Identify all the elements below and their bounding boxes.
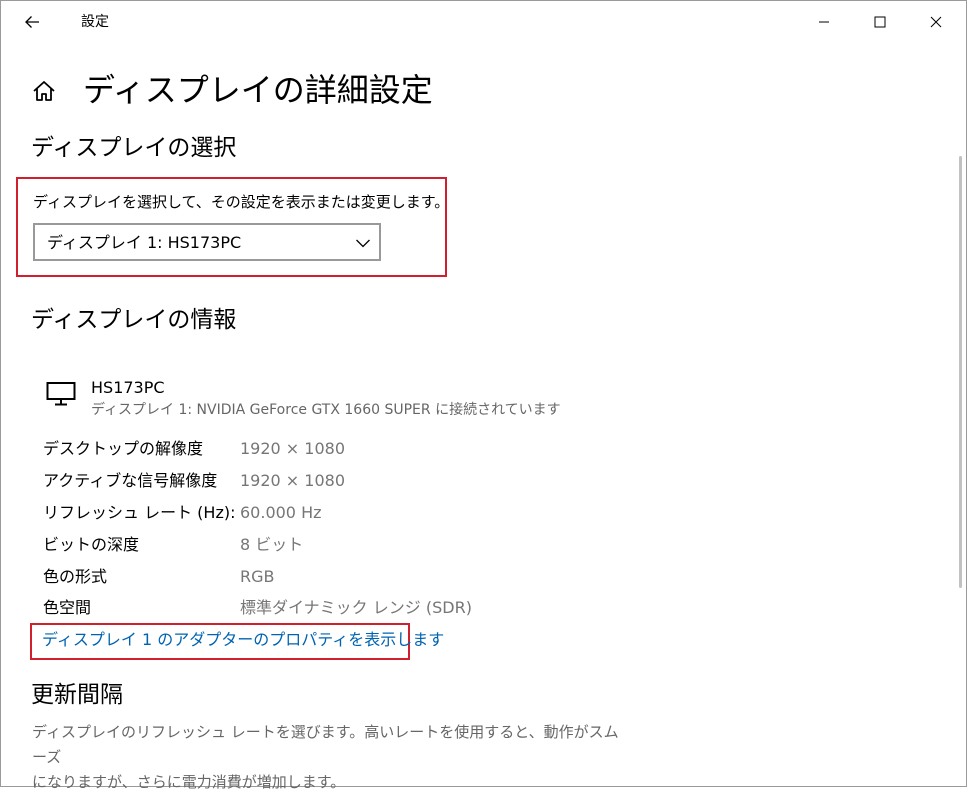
window-title: 設定 <box>81 14 109 30</box>
monitor-icon <box>46 382 76 406</box>
info-label-refresh-rate: リフレッシュ レート (Hz): <box>43 503 236 522</box>
chevron-down-icon <box>356 239 370 248</box>
back-arrow-icon <box>25 16 39 28</box>
minimize-icon <box>819 21 829 23</box>
close-icon <box>930 16 942 28</box>
minimize-button[interactable] <box>801 1 847 43</box>
info-label-color-format: 色の形式 <box>43 567 108 586</box>
info-value-desktop-resolution: 1920 × 1080 <box>240 439 346 458</box>
title-bar: 設定 <box>1 1 966 43</box>
refresh-rate-description-line2: になりますが、さらに電力消費が増加します。 <box>32 773 346 791</box>
maximize-icon <box>874 16 886 28</box>
info-value-color-format: RGB <box>240 567 275 586</box>
display-info-heading: ディスプレイの情報 <box>31 307 237 333</box>
info-label-desktop-resolution: デスクトップの解像度 <box>43 439 204 458</box>
monitor-connection: ディスプレイ 1: NVIDIA GeForce GTX 1660 SUPER … <box>91 402 561 418</box>
info-value-color-space: 標準ダイナミック レンジ (SDR) <box>240 598 472 617</box>
info-label-signal-resolution: アクティブな信号解像度 <box>43 471 218 490</box>
display-select-description: ディスプレイを選択して、その設定を表示または変更します。 <box>33 193 450 211</box>
display-dropdown[interactable]: ディスプレイ 1: HS173PC <box>33 223 381 261</box>
scrollbar-thumb[interactable] <box>959 156 962 588</box>
close-button[interactable] <box>913 1 959 43</box>
home-button[interactable] <box>31 78 59 106</box>
maximize-button[interactable] <box>857 1 903 43</box>
info-value-refresh-rate: 60.000 Hz <box>240 503 322 522</box>
refresh-rate-description-line1: ディスプレイのリフレッシュ レートを選びます。高いレートを使用すると、動作がスム… <box>32 723 619 766</box>
refresh-rate-description: ディスプレイのリフレッシュ レートを選びます。高いレートを使用すると、動作がスム… <box>32 720 632 795</box>
page-title: ディスプレイの詳細設定 <box>83 71 433 109</box>
monitor-name: HS173PC <box>91 378 165 397</box>
info-label-color-space: 色空間 <box>43 598 92 617</box>
refresh-rate-heading: 更新間隔 <box>31 682 123 708</box>
adapter-properties-link[interactable]: ディスプレイ 1 のアダプターのプロパティを表示します <box>42 629 444 651</box>
info-value-bit-depth: 8 ビット <box>240 535 304 554</box>
display-select-heading: ディスプレイの選択 <box>31 135 237 161</box>
display-dropdown-value: ディスプレイ 1: HS173PC <box>47 233 242 252</box>
info-label-bit-depth: ビットの深度 <box>43 535 140 554</box>
info-value-signal-resolution: 1920 × 1080 <box>240 471 346 490</box>
back-button[interactable] <box>13 7 51 37</box>
home-icon <box>33 81 55 101</box>
